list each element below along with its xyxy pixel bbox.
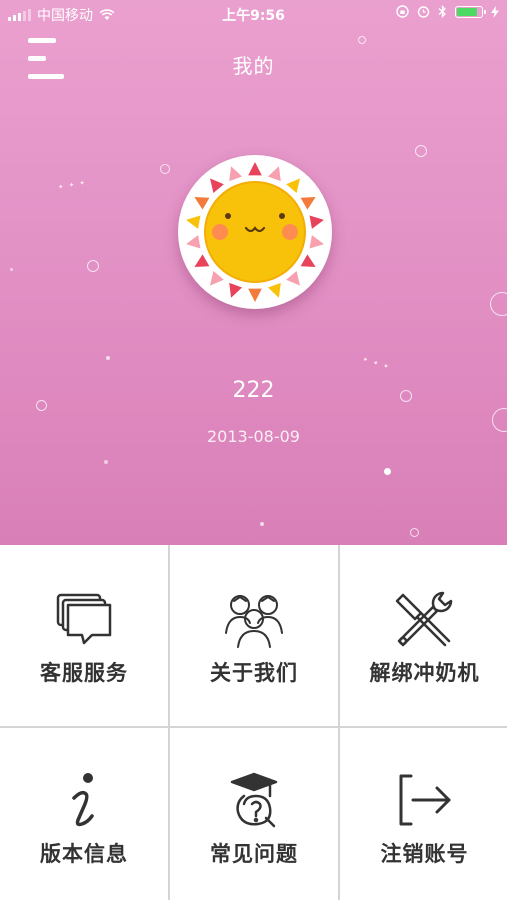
decor-dot [260, 522, 264, 526]
sun-ray [186, 235, 201, 249]
menu-item-version-info[interactable]: 版本信息 [0, 728, 168, 900]
sun-ray [267, 282, 281, 298]
menu-item-logout[interactable]: 注销账号 [340, 728, 507, 900]
status-bar: 中国移动 上午9:56 [0, 0, 507, 28]
menu-label: 解绑冲奶机 [369, 661, 480, 685]
logout-icon [399, 774, 450, 826]
menu-label: 注销账号 [380, 842, 469, 866]
decor-bubble [358, 36, 366, 44]
menu-item-customer-service[interactable]: 客服服务 [0, 545, 168, 726]
decor-bubble [490, 292, 507, 316]
decor-bubble [410, 528, 419, 537]
menu-item-unbind-machine[interactable]: 解绑冲奶机 [340, 545, 507, 726]
menu-grid: 客服服务 关于我们 解绑冲奶机 版本信息 常见问题 注销账号 [0, 545, 507, 900]
username: 222 [232, 378, 275, 403]
sun-ray [229, 166, 243, 182]
sun-ray [248, 162, 262, 176]
alarm-icon [417, 6, 430, 18]
info-icon [72, 773, 94, 827]
faq-icon [230, 772, 278, 828]
sun-ray [300, 254, 316, 267]
menu-item-faq[interactable]: 常见问题 [170, 728, 338, 900]
avatar[interactable] [178, 155, 332, 309]
sun-ray [210, 270, 224, 286]
page-title: 我的 [232, 54, 275, 78]
menu-label: 关于我们 [210, 661, 298, 685]
decor-dot [384, 468, 391, 475]
menu-label: 客服服务 [40, 661, 128, 685]
decor-bubble [160, 164, 170, 174]
tools-icon [395, 591, 452, 647]
bluetooth-icon [438, 5, 446, 18]
sun-ray [309, 215, 324, 229]
sun-ray [210, 178, 224, 194]
battery-icon [455, 5, 486, 18]
sun-ray [309, 235, 324, 249]
sun-ray [194, 197, 210, 210]
decor-bubble [415, 145, 427, 157]
decor-dot [106, 356, 110, 360]
sun-avatar-icon [186, 162, 324, 302]
sun-ray [300, 197, 316, 210]
charging-icon [491, 5, 499, 18]
rotation-lock-icon [396, 5, 409, 18]
decor-bubble [87, 260, 99, 272]
decor-watermark: ✦ ✦ ✦ [361, 354, 390, 372]
profile-header: ✦ ✦ ✦ ✦ ✦ ✦ 中国移动 上午9:56 我的 222 2013-08-0… [0, 0, 507, 545]
menu-item-about-us[interactable]: 关于我们 [170, 545, 338, 726]
decor-watermark: ✦ ✦ ✦ [57, 177, 86, 193]
sun-ray [267, 166, 281, 182]
sun-ray [229, 282, 243, 298]
sun-ray [194, 254, 210, 267]
sun-ray [248, 288, 262, 302]
sun-ray [186, 215, 201, 229]
decor-dot [104, 460, 108, 464]
sun-ray [286, 178, 300, 194]
about-us-icon [225, 595, 283, 648]
menu-label: 版本信息 [40, 842, 128, 866]
menu-label: 常见问题 [210, 842, 298, 866]
customer-service-icon [56, 593, 112, 645]
sun-ray [286, 270, 300, 286]
profile-date: 2013-08-09 [207, 427, 300, 446]
decor-dot [10, 268, 13, 271]
